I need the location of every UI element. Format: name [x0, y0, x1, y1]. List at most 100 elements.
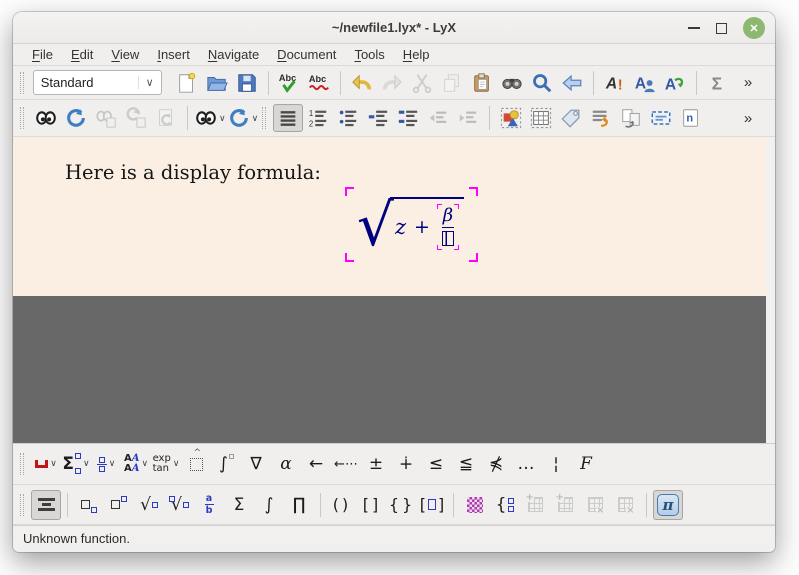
menu-insert[interactable]: Insert [148, 45, 199, 64]
math-dotted-arrows-panel-button[interactable]: ←⋯ [331, 449, 361, 479]
toolbar-grip[interactable] [20, 494, 24, 516]
math-frame-panel-button[interactable]: F [571, 449, 601, 479]
redo-button[interactable] [377, 69, 407, 97]
insert-citation-button[interactable] [586, 104, 616, 132]
math-greek-panel-button[interactable]: α [271, 449, 301, 479]
toolbar-grip[interactable] [20, 107, 24, 129]
paragraph-default-button[interactable] [273, 104, 303, 132]
view-document-button[interactable] [31, 104, 61, 132]
toggle-display-formula-button[interactable] [31, 490, 61, 520]
insert-table-button[interactable] [526, 104, 556, 132]
apply-text-style-button[interactable] [660, 69, 690, 97]
big-integral-button[interactable]: ∫ [254, 490, 284, 520]
menu-tools[interactable]: Tools [345, 45, 393, 64]
undo-button[interactable] [347, 69, 377, 97]
big-product-button[interactable]: ∏ [284, 490, 314, 520]
insert-math-button[interactable] [703, 69, 733, 97]
update-other-formats-button[interactable]: ∨ [227, 104, 260, 132]
insert-brackets-button[interactable]: [] [357, 490, 387, 520]
close-button[interactable]: ✕ [743, 17, 765, 39]
insert-box-button[interactable] [646, 104, 676, 132]
delete-column-button[interactable]: × [610, 490, 640, 520]
big-sum-button[interactable]: Σ [224, 490, 254, 520]
bullet-list-button[interactable] [333, 104, 363, 132]
update-master-button[interactable] [121, 104, 151, 132]
track-changes-button[interactable] [304, 69, 334, 97]
paste-button[interactable] [467, 69, 497, 97]
math-ams-relations-panel-button[interactable]: ≦ [451, 449, 481, 479]
document-canvas[interactable]: Here is a display formula: √ z + [13, 137, 775, 296]
outdent-button[interactable] [423, 104, 453, 132]
math-operators-panel-button[interactable]: ∇ [241, 449, 271, 479]
search-button[interactable] [527, 69, 557, 97]
add-row-button[interactable]: + [520, 490, 550, 520]
formula-inset[interactable]: √ z + β [345, 187, 478, 262]
math-integral-limits-button[interactable]: ∫ [211, 449, 241, 479]
copy-button[interactable] [437, 69, 467, 97]
decrease-depth-button[interactable] [363, 104, 393, 132]
fraction-button[interactable]: ab [194, 490, 224, 520]
title-bar[interactable]: ~/newfile1.lyx* - LyX ✕ [13, 12, 775, 44]
insert-cases-button[interactable]: { [490, 490, 520, 520]
superscript-button[interactable] [104, 490, 134, 520]
toolbar-grip[interactable] [20, 72, 24, 94]
update-view-button[interactable] [61, 104, 91, 132]
view-other-formats-button[interactable]: ∨ [194, 104, 227, 132]
insert-graphics-button[interactable] [496, 104, 526, 132]
menu-navigate[interactable]: Navigate [199, 45, 268, 64]
menu-document[interactable]: Document [268, 45, 345, 64]
new-document-button[interactable] [172, 69, 202, 97]
square-root-button[interactable]: √ [134, 490, 164, 520]
toolbar-overflow-button[interactable]: » [733, 104, 763, 132]
save-document-button[interactable] [232, 69, 262, 97]
math-decorations-button[interactable]: ∨ [31, 449, 61, 479]
spellcheck-button[interactable] [274, 69, 304, 97]
cut-button[interactable] [407, 69, 437, 97]
subscript-button[interactable] [74, 490, 104, 520]
insert-note-button[interactable] [676, 104, 706, 132]
empty-placeholder-box[interactable] [442, 231, 454, 246]
menu-edit[interactable]: Edit [62, 45, 102, 64]
math-misc-panel-button[interactable]: ¦ [541, 449, 571, 479]
math-dots-panel-button[interactable]: … [511, 449, 541, 479]
nth-root-button[interactable]: √ [164, 490, 194, 520]
increase-depth-button[interactable] [393, 104, 423, 132]
toolbar-overflow-button[interactable]: » [733, 69, 763, 97]
math-functions-button[interactable]: exptan∨ [151, 449, 181, 479]
toolbar-grip[interactable] [20, 453, 24, 475]
insert-matrix-button[interactable] [460, 490, 490, 520]
toggle-noun-button[interactable] [630, 69, 660, 97]
add-column-button[interactable]: + [550, 490, 580, 520]
insert-delimiters-button[interactable]: [] [417, 490, 447, 520]
math-frame-box-button[interactable] [181, 449, 211, 479]
math-relations-panel-button[interactable]: ≤ [421, 449, 451, 479]
math-big-operators-button[interactable]: Σ∨ [61, 449, 91, 479]
math-dotted-operators-panel-button[interactable]: ∔ [391, 449, 421, 479]
paragraph-style-select[interactable]: Standard ∨ [33, 70, 162, 95]
indent-button[interactable] [453, 104, 483, 132]
insert-cross-reference-button[interactable] [616, 104, 646, 132]
math-fractions-button[interactable]: ∨ [91, 449, 121, 479]
toggle-math-toolbar-button[interactable]: π [653, 490, 683, 520]
navigate-back-button[interactable] [557, 69, 587, 97]
menu-view[interactable]: View [102, 45, 148, 64]
toggle-emphasis-button[interactable] [600, 69, 630, 97]
insert-braces-button[interactable]: {} [387, 490, 417, 520]
minimize-button[interactable] [688, 27, 700, 29]
math-font-styles-button[interactable]: AAAA∨ [121, 449, 151, 479]
insert-label-button[interactable] [556, 104, 586, 132]
insert-parentheses-button[interactable]: () [327, 490, 357, 520]
delete-row-button[interactable]: × [580, 490, 610, 520]
scrollbar-track[interactable] [766, 137, 775, 443]
math-negated-relations-panel-button[interactable]: ⋠ [481, 449, 511, 479]
find-replace-button[interactable] [497, 69, 527, 97]
menu-help[interactable]: Help [394, 45, 439, 64]
toolbar-grip[interactable] [262, 107, 266, 129]
menu-file[interactable]: File [23, 45, 62, 64]
numbered-list-button[interactable] [303, 104, 333, 132]
open-document-button[interactable] [202, 69, 232, 97]
math-arrows-panel-button[interactable]: ← [301, 449, 331, 479]
view-master-button[interactable] [91, 104, 121, 132]
maximize-button[interactable] [716, 23, 727, 34]
cancel-export-button[interactable] [151, 104, 181, 132]
